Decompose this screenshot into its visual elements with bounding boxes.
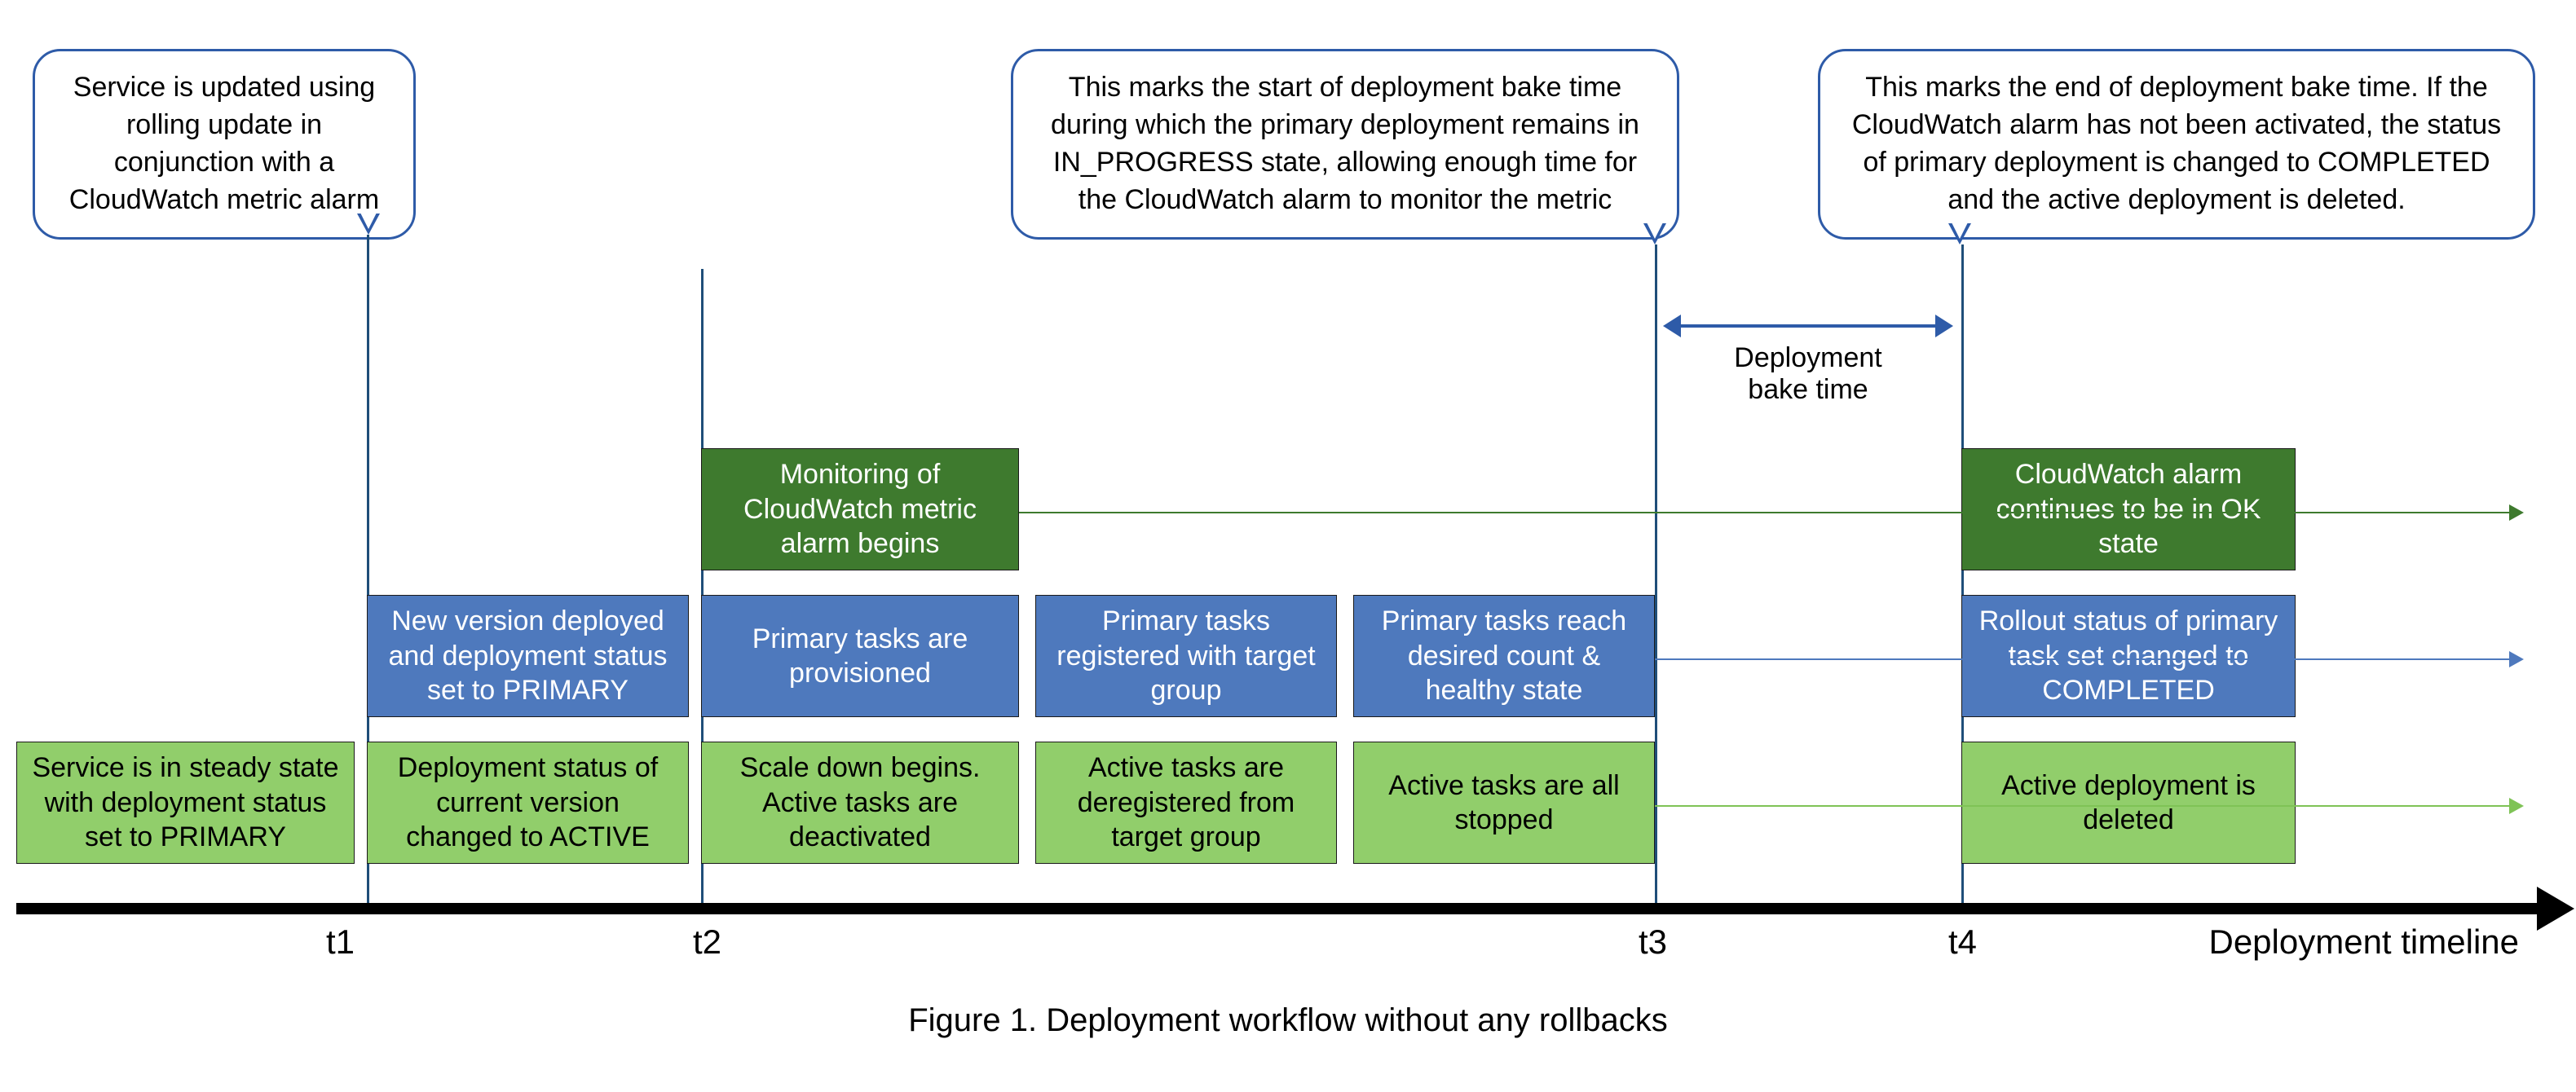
monitoring-begins: Monitoring of CloudWatch metric alarm be… xyxy=(701,448,1019,570)
axis-label: Deployment timeline xyxy=(2208,922,2519,962)
callout-pointer xyxy=(357,214,380,235)
tick-t2: t2 xyxy=(693,922,721,962)
timeline-axis xyxy=(16,903,2543,914)
figure-caption: Figure 1. Deployment workflow without an… xyxy=(0,1002,2576,1039)
active-deregistered: Active tasks are deregistered from targe… xyxy=(1035,742,1337,864)
primary-completed: Rollout status of primary task set chang… xyxy=(1961,595,2296,717)
arrow-primary xyxy=(1655,658,2511,660)
callout-t4: This marks the end of deployment bake ti… xyxy=(1818,49,2535,240)
tick-t4: t4 xyxy=(1948,922,1977,962)
active-deleted: Active deployment is deleted xyxy=(1961,742,2296,864)
bake-time-label: Deploymentbake time xyxy=(1686,342,1930,406)
tick-t3: t3 xyxy=(1639,922,1667,962)
tick-t1: t1 xyxy=(326,922,355,962)
active-stopped: Active tasks are all stopped xyxy=(1353,742,1655,864)
new-version-primary: New version deployed and deployment stat… xyxy=(367,595,689,717)
callout-t3: This marks the start of deployment bake … xyxy=(1011,49,1679,240)
primary-healthy: Primary tasks reach desired count & heal… xyxy=(1353,595,1655,717)
diagram: Service is updated using rolling update … xyxy=(0,16,2576,1059)
scale-down: Scale down begins. Active tasks are deac… xyxy=(701,742,1019,864)
callout-pointer xyxy=(1643,223,1666,244)
primary-provisioned: Primary tasks are provisioned xyxy=(701,595,1019,717)
bake-time-arrow xyxy=(1679,324,1937,328)
alarm-ok: CloudWatch alarm continues to be in OK s… xyxy=(1961,448,2296,570)
arrow-active xyxy=(1655,805,2511,807)
arrow-monitoring xyxy=(1019,512,2511,513)
steady-state: Service is in steady state with deployme… xyxy=(16,742,355,864)
callout-pointer xyxy=(1948,223,1971,244)
marker-t3 xyxy=(1655,244,1657,903)
callout-t1: Service is updated using rolling update … xyxy=(33,49,416,240)
primary-registered: Primary tasks registered with target gro… xyxy=(1035,595,1337,717)
active-status: Deployment status of current version cha… xyxy=(367,742,689,864)
